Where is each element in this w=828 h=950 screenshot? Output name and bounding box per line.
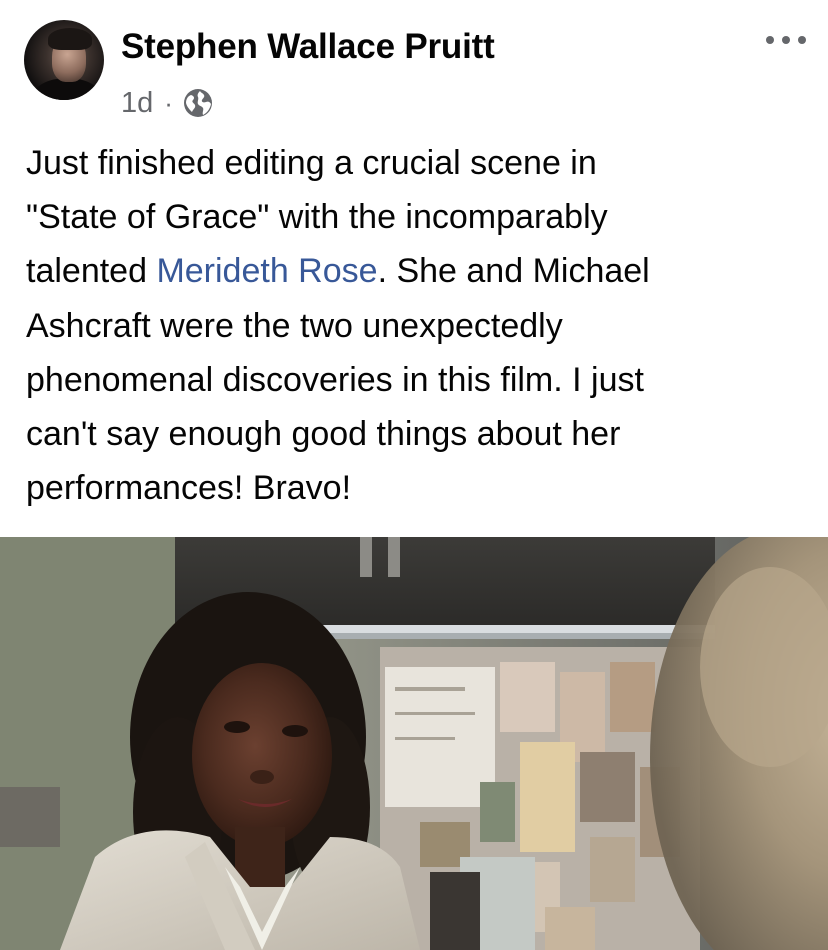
post-text-line: "State of Grace" with the incomparably — [26, 198, 608, 237]
author-name[interactable]: Stephen Wallace Pruitt — [121, 27, 495, 67]
film-still-image — [0, 537, 828, 950]
post-header: Stephen Wallace Pruitt 1d · — [0, 0, 828, 125]
avatar-hair — [48, 28, 92, 50]
more-options-dot — [798, 36, 806, 44]
more-options-dot — [766, 36, 774, 44]
post-meta: 1d · — [121, 83, 214, 123]
post-text-fragment: . She and Michael — [377, 252, 650, 291]
more-options-button[interactable] — [766, 28, 806, 52]
meta-separator: · — [164, 87, 173, 118]
post-text-line: performances! Bravo! — [26, 469, 352, 508]
post-text-line: Ashcraft were the two unexpectedly — [26, 306, 563, 345]
more-options-dot — [782, 36, 790, 44]
post-text-line: talented Merideth Rose. She and Michael — [26, 244, 806, 298]
mention-link-merideth-rose[interactable]: Merideth Rose — [156, 252, 377, 290]
post-body-text: Just finished editing a crucial scene in… — [26, 136, 806, 515]
post-text-line: Just finished editing a crucial scene in — [26, 144, 597, 182]
author-avatar[interactable] — [24, 20, 104, 100]
post-photo[interactable] — [0, 537, 828, 950]
post-timestamp[interactable]: 1d — [121, 87, 153, 120]
post-text-fragment: talented — [26, 252, 157, 291]
globe-icon[interactable] — [182, 87, 214, 119]
post-text-line: phenomenal discoveries in this film. I j… — [26, 360, 644, 399]
post-text-line: can't say enough good things about her — [26, 415, 621, 454]
